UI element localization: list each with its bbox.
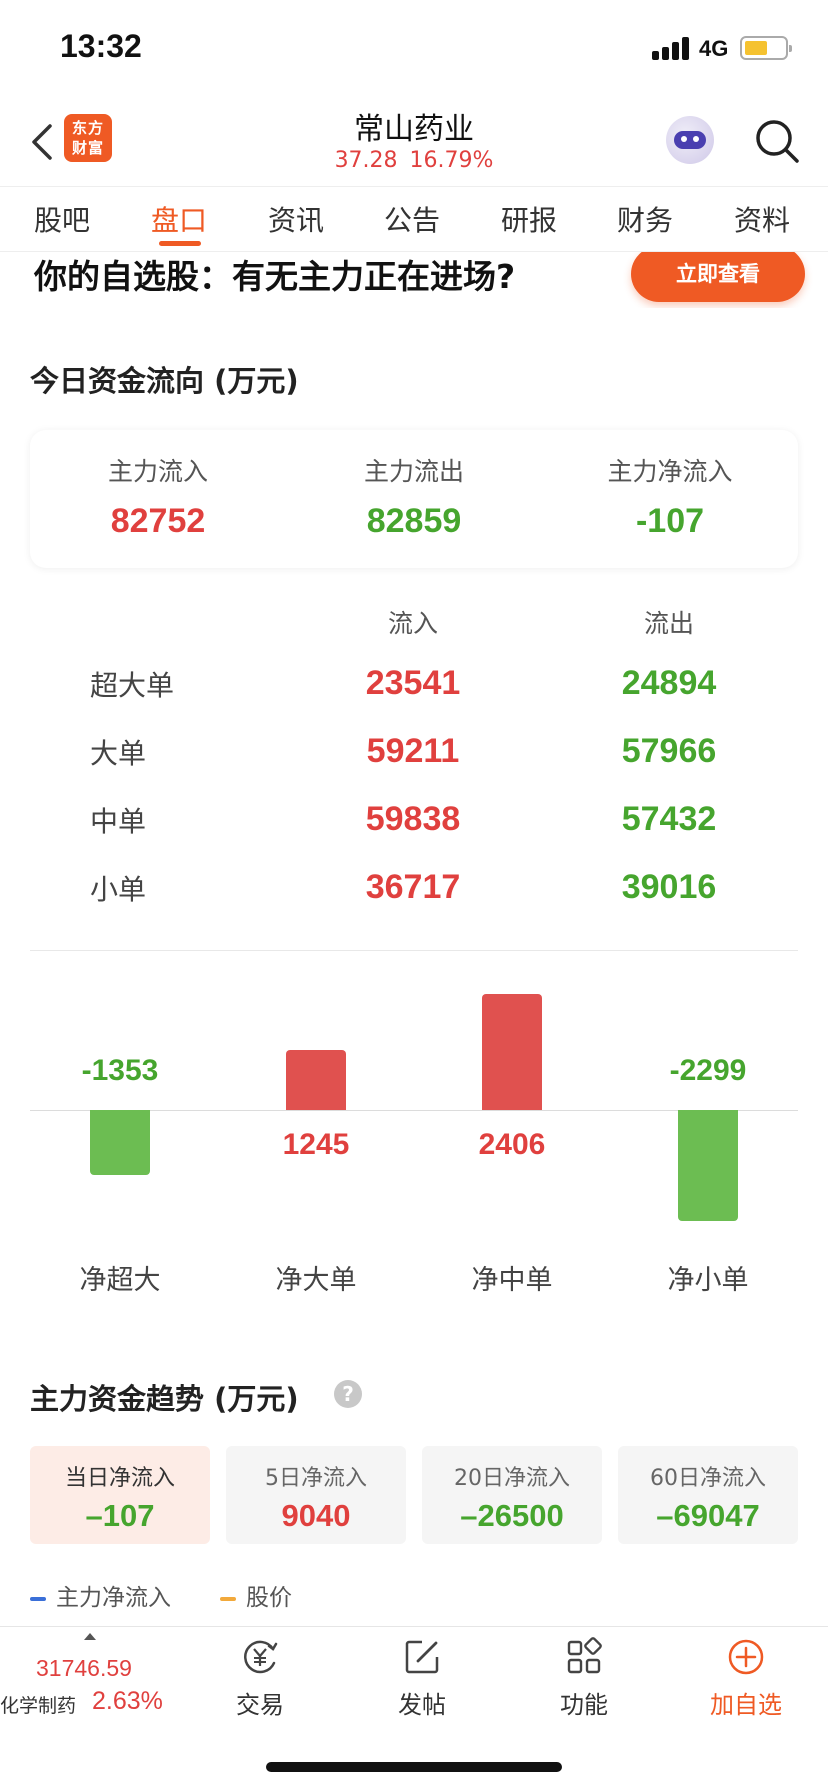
net-category-label: 净中单 <box>471 1265 553 1296</box>
trade-button[interactable]: 交易 <box>200 1637 320 1733</box>
view-now-button[interactable]: 立即查看 <box>631 252 805 302</box>
tab-research[interactable]: 研报 <box>501 199 557 239</box>
sector-change: 2.63% <box>92 1687 163 1715</box>
net-flow-chart: -1353 净超大 1245 净大单 2406 净中单 -2299 净小单 <box>0 950 828 1296</box>
add-circle-icon <box>728 1639 764 1675</box>
legend-main-net-inflow: 主力净流入 <box>30 1578 171 1612</box>
net-bar-3 <box>678 1110 738 1221</box>
stock-change: 16.79% <box>409 148 494 173</box>
main-outflow: 主力流出 82859 <box>363 457 464 540</box>
tab-pankou[interactable]: 盘口 <box>151 199 207 239</box>
search-icon[interactable] <box>754 118 800 164</box>
fund-summary-card: 主力流入 82752 主力流出 82859 主力净流入 -107 <box>30 430 798 568</box>
tab-profile[interactable]: 资料 <box>734 199 790 239</box>
outflow-column-header: 流出 <box>643 609 694 638</box>
signal-icon <box>652 36 692 60</box>
status-bar: 13:32 4G <box>0 0 828 96</box>
post-button[interactable]: 发帖 <box>362 1637 482 1733</box>
period-card-today[interactable]: 当日净流入 –107 <box>30 1446 210 1544</box>
period-card-60d[interactable]: 60日净流入 –69047 <box>618 1446 798 1544</box>
fund-flow-title: 今日资金流向 (万元) <box>30 364 299 398</box>
sector-index-widget[interactable]: 31746.59 化学制药 2.63% <box>0 1627 180 1737</box>
period-card-20d[interactable]: 20日净流入 –26500 <box>422 1446 602 1544</box>
flow-row-medium: 中单 59838 57432 <box>90 800 717 838</box>
flow-row-small: 小单 36717 39016 <box>90 868 717 906</box>
tab-guba[interactable]: 股吧 <box>34 199 90 239</box>
net-category-label: 净大单 <box>275 1265 357 1296</box>
status-time: 13:32 <box>60 28 142 64</box>
functions-button[interactable]: 功能 <box>524 1637 644 1733</box>
legend-stock-price: 股价 <box>220 1578 292 1612</box>
grid-icon <box>567 1637 602 1674</box>
sector-index-value: 31746.59 <box>36 1655 132 1681</box>
caret-up-icon <box>84 1633 96 1640</box>
tab-finance[interactable]: 财务 <box>617 199 673 239</box>
add-watchlist-button[interactable]: 加自选 <box>686 1637 806 1733</box>
main-net-inflow: 主力净流入 -107 <box>607 457 733 540</box>
net-bar-1 <box>286 1049 346 1110</box>
inflow-column-header: 流入 <box>387 609 438 638</box>
stock-header: 东方 财富 常山药业 37.28 16.79% <box>0 96 828 186</box>
question-icon[interactable]: ? <box>334 1380 362 1408</box>
tab-announcements[interactable]: 公告 <box>384 199 440 239</box>
network-type: 4G <box>699 36 729 61</box>
battery-icon <box>740 36 792 60</box>
net-value-label: 1245 <box>282 1128 350 1161</box>
promo-banner: 你的自选股：有无主力正在进场? 立即查看 <box>0 252 828 308</box>
net-category-label: 净小单 <box>667 1265 749 1296</box>
stock-price: 37.28 <box>334 148 398 173</box>
net-category-label: 净超大 <box>79 1265 161 1296</box>
trade-yen-icon <box>244 1640 278 1674</box>
flow-row-large: 大单 59211 57966 <box>90 732 717 770</box>
net-bar-0 <box>90 1110 150 1176</box>
tab-bar: 股吧 盘口 资讯 公告 研报 财务 资料 <box>0 186 828 252</box>
banner-text: 你的自选股：有无主力正在进场? <box>34 257 516 296</box>
trend-title: 主力资金趋势 (万元) <box>30 1382 299 1416</box>
active-tab-indicator <box>159 241 201 246</box>
net-value-label: -2299 <box>669 1054 747 1087</box>
robot-assistant-icon[interactable] <box>666 116 714 164</box>
flow-row-super-large: 超大单 23541 24894 <box>90 664 717 702</box>
tab-news[interactable]: 资讯 <box>268 199 324 239</box>
home-indicator <box>266 1762 562 1772</box>
sector-name: 化学制药 <box>0 1695 77 1717</box>
net-bar-2 <box>482 994 542 1110</box>
period-card-5d[interactable]: 5日净流入 9040 <box>226 1446 406 1544</box>
net-value-label: -1353 <box>81 1054 159 1087</box>
main-inflow: 主力流入 82752 <box>107 457 208 540</box>
compose-icon <box>405 1640 439 1674</box>
net-value-label: 2406 <box>478 1128 546 1161</box>
